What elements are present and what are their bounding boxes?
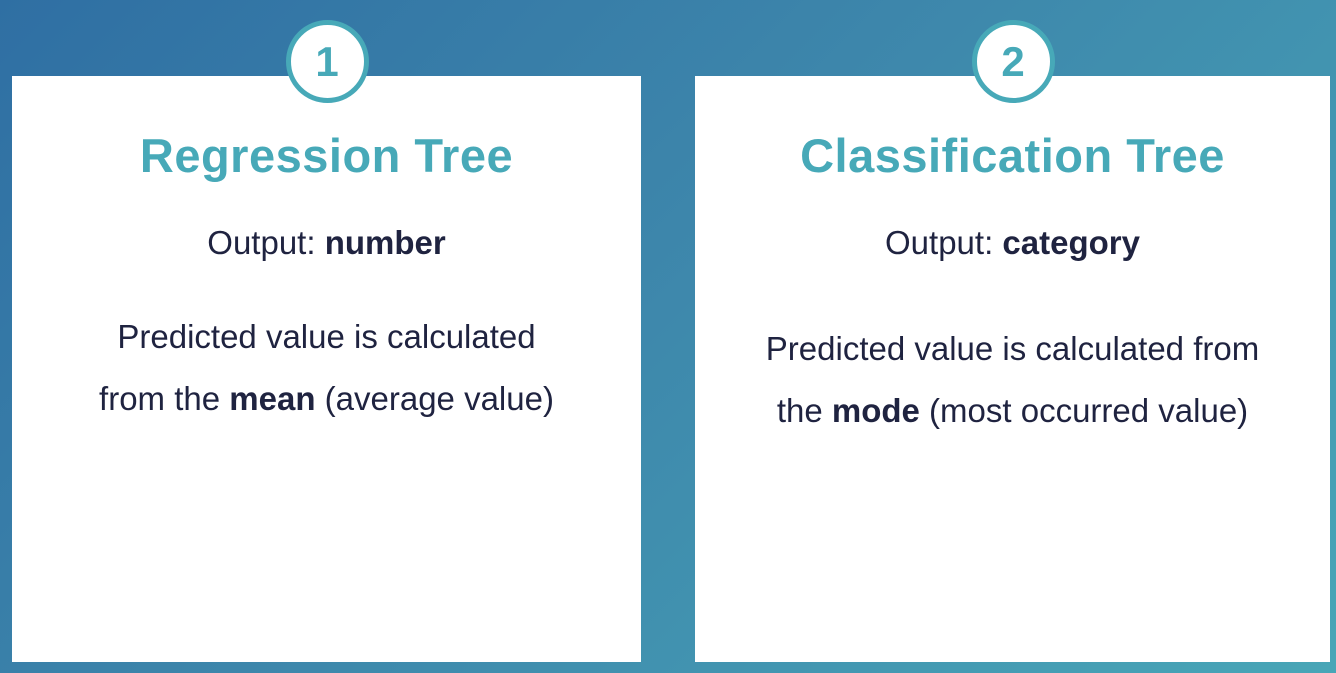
description-keyword: mode bbox=[831, 392, 920, 429]
step-number-badge: 1 bbox=[285, 20, 369, 103]
step-number-badge: 2 bbox=[971, 20, 1055, 103]
output-value: number bbox=[324, 224, 446, 261]
description-line-1: Predicted value is calculated bbox=[117, 318, 536, 355]
description-line-1: Predicted value is calculated from bbox=[765, 330, 1260, 367]
description-prefix: the bbox=[776, 392, 832, 429]
description-keyword: mean bbox=[229, 380, 316, 417]
card-title: Classification Tree bbox=[800, 129, 1225, 182]
description-prefix: from the bbox=[99, 380, 230, 417]
description-line-2: from the mean (average value) bbox=[12, 368, 641, 430]
output-value: category bbox=[1002, 224, 1140, 261]
regression-tree-card: 1 Regression Tree Output: number Predict… bbox=[12, 20, 641, 662]
output-label: Output: bbox=[207, 224, 325, 261]
output-line: Output: number bbox=[12, 224, 641, 262]
output-line: Output: category bbox=[695, 224, 1330, 262]
description-line-2: the mode (most occurred value) bbox=[695, 380, 1330, 442]
output-label: Output: bbox=[885, 224, 1003, 261]
description-suffix: (most occurred value) bbox=[919, 392, 1249, 429]
card-title: Regression Tree bbox=[139, 129, 514, 182]
description: Predicted value is calculated from the m… bbox=[695, 318, 1330, 442]
description: Predicted value is calculated from the m… bbox=[12, 306, 641, 430]
classification-tree-card: 2 Classification Tree Output: category P… bbox=[695, 20, 1330, 662]
description-suffix: (average value) bbox=[315, 380, 554, 417]
